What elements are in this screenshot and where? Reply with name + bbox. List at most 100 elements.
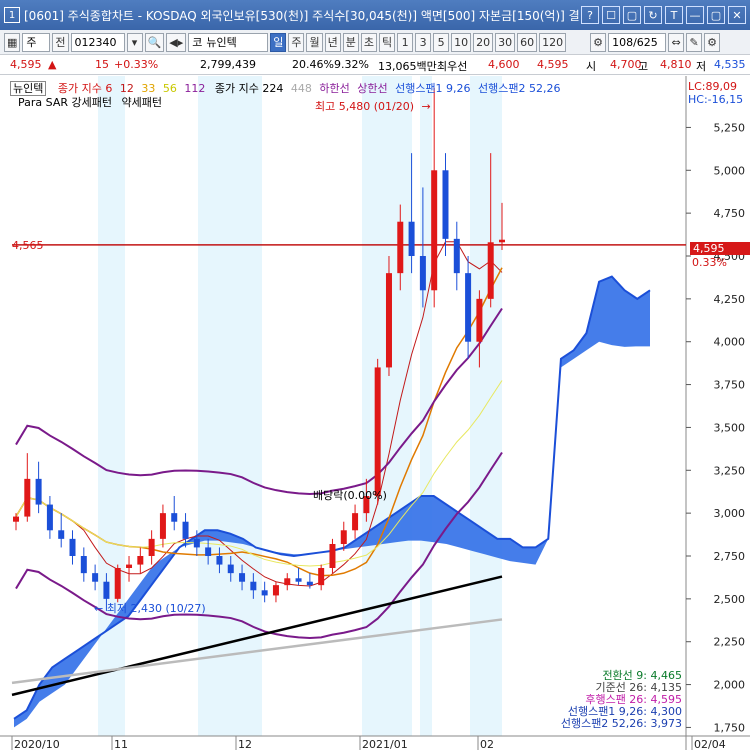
period-button-second[interactable]: 초 (360, 32, 377, 52)
stock-name-field[interactable]: 코 뉴인텍 (188, 32, 269, 52)
minute-button-20[interactable]: 20 (473, 32, 494, 52)
candle-body (385, 273, 392, 368)
candle-body (69, 538, 76, 556)
candle-body (148, 538, 155, 556)
x-tick-label: 2021/01 (362, 738, 408, 750)
help-icon[interactable]: ? (581, 6, 599, 24)
search-icon[interactable]: 🔍 (144, 32, 165, 52)
minute-button-30[interactable]: 30 (495, 32, 516, 52)
highlight-band (98, 76, 125, 736)
candle-body (431, 170, 438, 291)
legend-ma4: 56 (162, 82, 177, 95)
y-tick-label: 2,750 (714, 550, 746, 563)
market-prefix: 코 (192, 36, 203, 49)
period-button-month[interactable]: 월 (306, 32, 323, 52)
y-tick-label: 3,500 (714, 421, 746, 434)
minute-button-120[interactable]: 120 (539, 32, 567, 52)
candle-body (171, 513, 178, 522)
candle-body (340, 530, 347, 544)
turnover-pct: 20.46% (292, 58, 334, 71)
low-label: 저 (696, 60, 707, 73)
layout-icon[interactable]: ☐ (602, 6, 620, 24)
chart-area[interactable]: 5,250 5,000 4,750 4,500 4,250 4,000 3,750 3,500… (0, 76, 750, 750)
config-icon[interactable]: ⚙ (704, 32, 721, 52)
page-counter: 108/625 (608, 32, 667, 52)
candle-body (193, 538, 200, 548)
minute-button-60[interactable]: 60 (517, 32, 538, 52)
legend-lower: 하한선 (319, 82, 350, 95)
legend-ma5: 112 (184, 82, 206, 95)
period-button-tick[interactable]: 틱 (378, 32, 396, 52)
low-annotation: ← 최저 2,430 (10/27) (94, 600, 206, 616)
minute-button-10[interactable]: 10 (451, 32, 472, 52)
candle-body (24, 478, 31, 517)
title-bar: 1 [0601] 주식종합차트 - KOSDAQ 외국인보유[530(천)] 주… (0, 0, 750, 30)
period-button-day[interactable]: 일 (270, 32, 287, 52)
candle-body (182, 521, 189, 539)
type-select[interactable]: 주 (22, 32, 51, 52)
candlestick-chart[interactable]: 5,2505,0004,7504,5004,2504,0003,7503,500… (0, 76, 750, 750)
code-input[interactable]: 012340 (70, 32, 125, 52)
candle-body (58, 530, 65, 539)
x-tick-label: 02/04 (694, 738, 726, 750)
legend-ma7: 448 (290, 82, 312, 95)
current-price: 4,595 (10, 58, 42, 71)
x-tick-label: 2020/10 (14, 738, 60, 750)
y-tick-label: 3,000 (714, 507, 746, 520)
y-tick-label: 1,750 (714, 721, 746, 734)
window-controls: ? ☐ ▢ ↻ T — ▢ ✕ (581, 6, 746, 24)
legend-parasar: Para SAR 강세패턴 (18, 96, 112, 109)
legend-row-2: Para SAR 강세패턴 약세패턴 (18, 94, 162, 110)
app-number-badge: 1 (4, 7, 20, 23)
screen-icon[interactable]: ▢ (623, 6, 641, 24)
y-tick-label: 2,250 (714, 636, 746, 649)
zoom-icon[interactable]: ⇔ (668, 32, 685, 52)
dividend-annotation: 배당락(0.00%) (313, 487, 387, 503)
minute-button-3[interactable]: 3 (415, 32, 432, 52)
candle-body (92, 573, 99, 582)
code-dropdown-icon[interactable]: ▾ (126, 32, 143, 52)
price-change-pct: +0.33% (114, 58, 159, 71)
candle-body (419, 256, 426, 291)
stock-name: 뉴인텍 (206, 36, 237, 49)
low-annotation-text: 최저 2,430 (10/27) (106, 602, 206, 615)
low-price: 4,535 (714, 58, 746, 71)
close-button[interactable]: ✕ (728, 6, 746, 24)
high-label: 고 (638, 60, 649, 73)
y-tick-label: 4,000 (714, 336, 746, 349)
candle-body (453, 238, 460, 274)
tools-icon[interactable]: ✎ (686, 32, 703, 52)
arrow-left-icon: ← (94, 602, 104, 615)
lc-value: LC:89,09 (688, 80, 738, 93)
font-icon[interactable]: T (665, 6, 683, 24)
best-ask: 4,600 (488, 58, 520, 71)
candle-body (80, 556, 87, 574)
candle-body (205, 547, 212, 556)
refresh-icon[interactable]: ↻ (644, 6, 662, 24)
y-tick-label: 5,000 (714, 164, 746, 177)
period-button-minute[interactable]: 분 (342, 32, 359, 52)
period-button-week[interactable]: 주 (288, 32, 305, 52)
candle-body (13, 516, 19, 522)
candle-body (250, 581, 257, 591)
candle-body (103, 581, 110, 599)
minimize-button[interactable]: — (686, 6, 704, 24)
settings-icon[interactable]: ⚙ (590, 32, 607, 52)
quote-bar: 4,595 ▲ 15 +0.33% 2,799,439 20.46% 9.32%… (0, 55, 750, 75)
legend-weak: 약세패턴 (121, 96, 162, 109)
minute-button-5[interactable]: 5 (433, 32, 450, 52)
maximize-button[interactable]: ▢ (707, 6, 725, 24)
speaker-icon[interactable]: ◀▸ (166, 32, 187, 52)
hc-value: HC:-16,15 (688, 93, 744, 106)
mode-button[interactable]: 전 (52, 32, 69, 52)
grid-icon[interactable]: ▦ (4, 32, 21, 52)
period-button-year[interactable]: 년 (324, 32, 341, 52)
candle-body (465, 273, 472, 342)
minute-button-1[interactable]: 1 (397, 32, 414, 52)
x-tick-label: 12 (238, 738, 252, 750)
candle-body (442, 170, 449, 239)
candle-body (408, 221, 415, 256)
y-tick-label: 2,000 (714, 679, 746, 692)
x-tick-label: 02 (480, 738, 494, 750)
y-tick-label: 3,250 (714, 464, 746, 477)
